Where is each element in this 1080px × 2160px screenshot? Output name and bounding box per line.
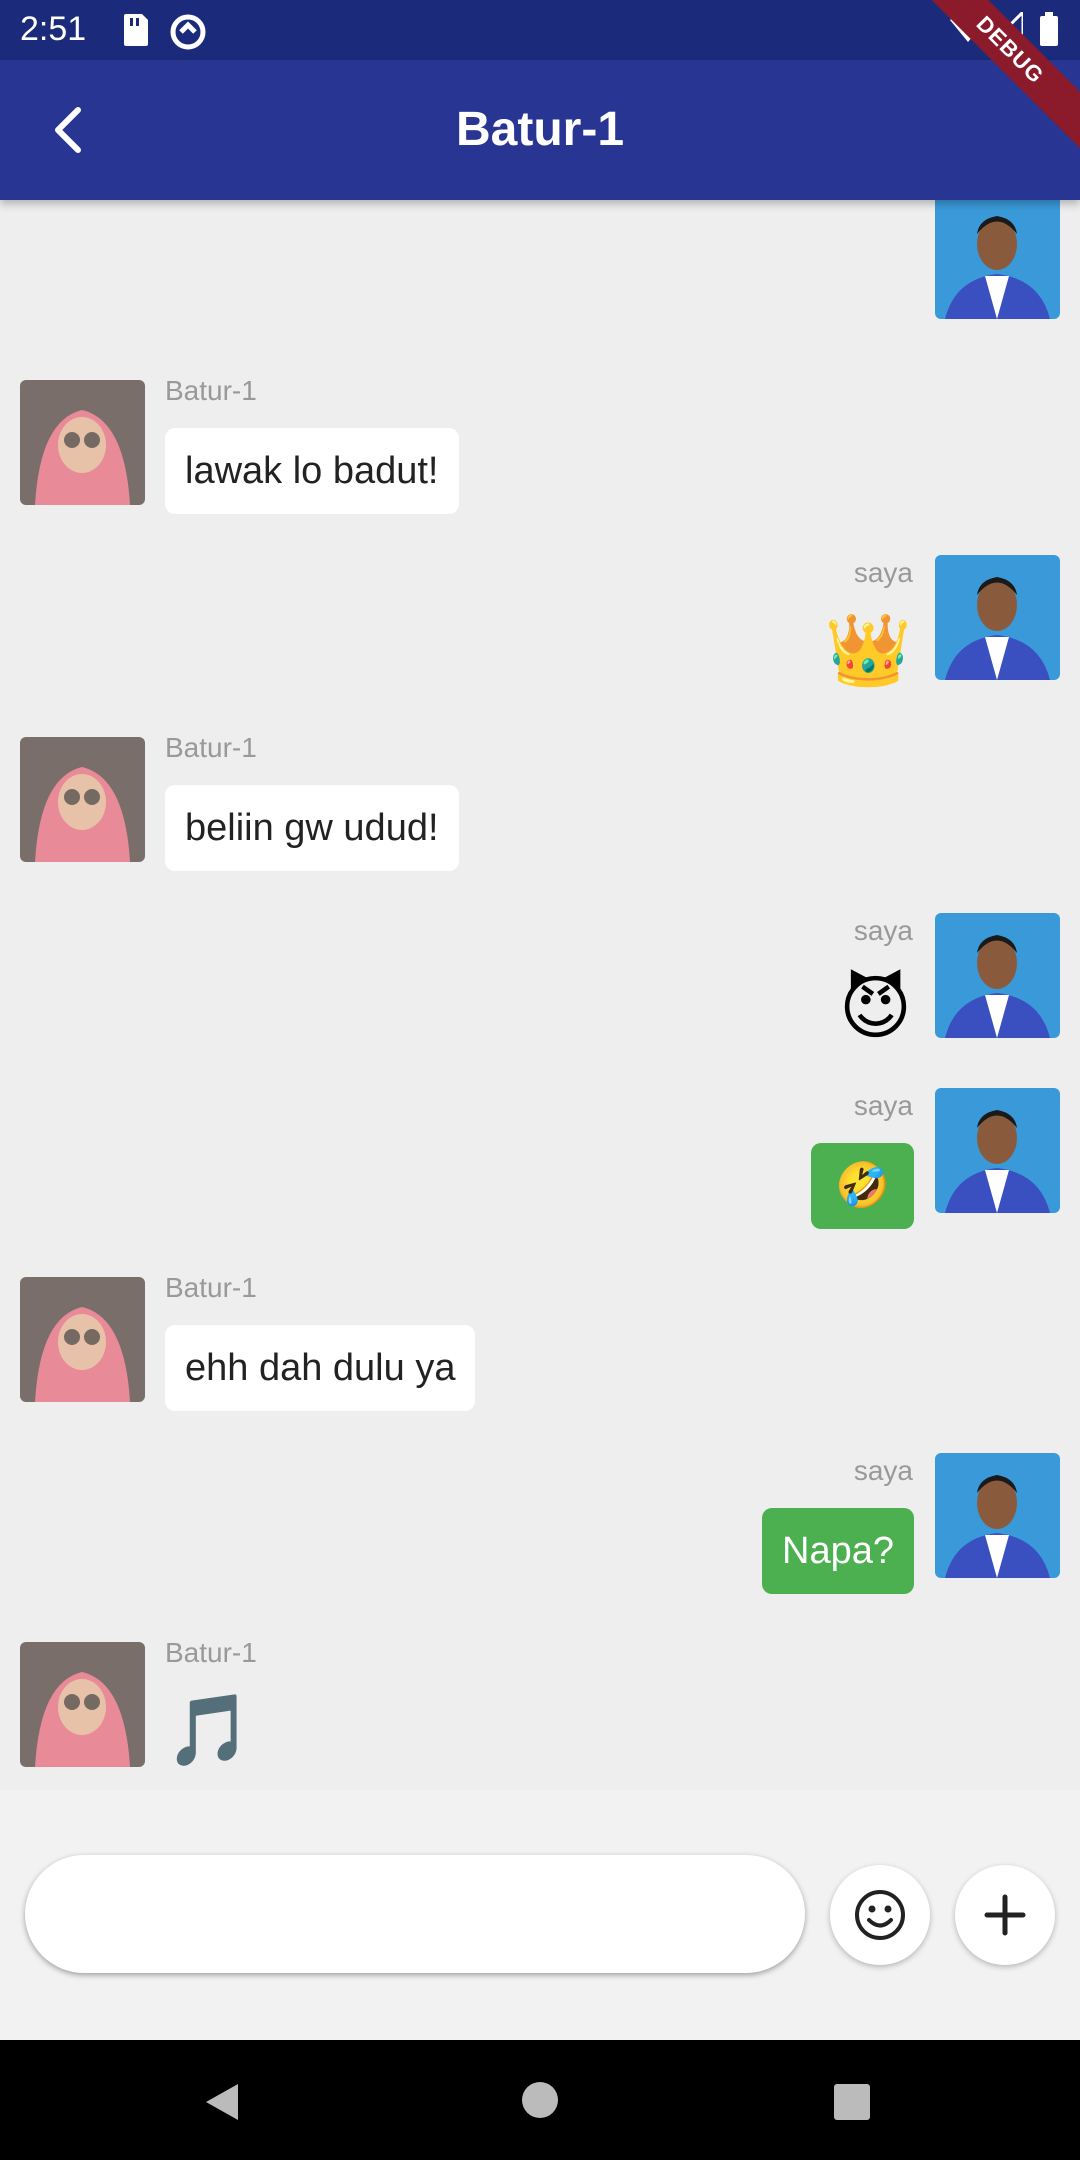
sender-name: Batur-1 bbox=[165, 375, 257, 406]
system-nav-bar bbox=[0, 2040, 1080, 2160]
app-bar: Batur-1 bbox=[0, 60, 1080, 200]
message-emoji: 🎵 bbox=[165, 1691, 253, 1769]
message-emoji: 👑 bbox=[824, 611, 912, 689]
status-bar: 2:51 bbox=[0, 0, 1080, 60]
sync-icon bbox=[170, 14, 206, 50]
sd-card-icon bbox=[124, 14, 148, 46]
avatar-batur[interactable] bbox=[20, 1642, 145, 1767]
sender-name: saya bbox=[853, 557, 913, 588]
chat-title: Batur-1 bbox=[455, 103, 625, 156]
wifi-icon bbox=[950, 13, 986, 42]
avatar-me[interactable] bbox=[935, 1088, 1060, 1213]
sender-name: saya bbox=[853, 1455, 913, 1486]
status-time: 2:51 bbox=[20, 10, 87, 48]
plus-icon bbox=[984, 1894, 1026, 1936]
avatar-batur[interactable] bbox=[20, 1277, 145, 1402]
signal-icon bbox=[993, 12, 1023, 42]
message-bubble[interactable]: Napa? bbox=[762, 1508, 914, 1594]
message-emoji: 😈 bbox=[839, 969, 912, 1047]
avatar-me[interactable] bbox=[935, 913, 1060, 1038]
nav-home-icon[interactable] bbox=[520, 2080, 560, 2120]
battery-icon bbox=[1040, 12, 1058, 46]
sender-name: Batur-1 bbox=[165, 732, 257, 763]
avatar-batur[interactable] bbox=[20, 737, 145, 862]
message-bubble[interactable]: ehh dah dulu ya bbox=[165, 1325, 476, 1411]
avatar-batur[interactable] bbox=[20, 380, 145, 505]
message-input[interactable] bbox=[25, 1855, 805, 1973]
message-bubble[interactable]: lawak lo badut! bbox=[165, 428, 459, 514]
add-attachment-button[interactable] bbox=[955, 1865, 1055, 1965]
message-bubble[interactable]: beliin gw udud! bbox=[165, 785, 459, 871]
sender-name: Batur-1 bbox=[165, 1637, 257, 1668]
message-list[interactable]: saya 👌 Batur-1 lawak lo badut! saya 👑 Ba… bbox=[0, 200, 1080, 1790]
smiley-icon bbox=[855, 1890, 905, 1940]
avatar-me[interactable] bbox=[935, 200, 1060, 319]
composer bbox=[0, 1790, 1080, 2040]
sender-name: saya bbox=[853, 915, 913, 946]
sender-name: Batur-1 bbox=[165, 1272, 257, 1303]
avatar-me[interactable] bbox=[935, 1453, 1060, 1578]
sender-name: saya bbox=[853, 1090, 913, 1121]
avatar-me[interactable] bbox=[935, 555, 1060, 680]
emoji-button[interactable] bbox=[830, 1865, 930, 1965]
nav-back-icon[interactable] bbox=[200, 2080, 244, 2124]
message-bubble[interactable]: 🤣 bbox=[811, 1143, 914, 1229]
nav-recents-icon[interactable] bbox=[832, 2082, 872, 2122]
